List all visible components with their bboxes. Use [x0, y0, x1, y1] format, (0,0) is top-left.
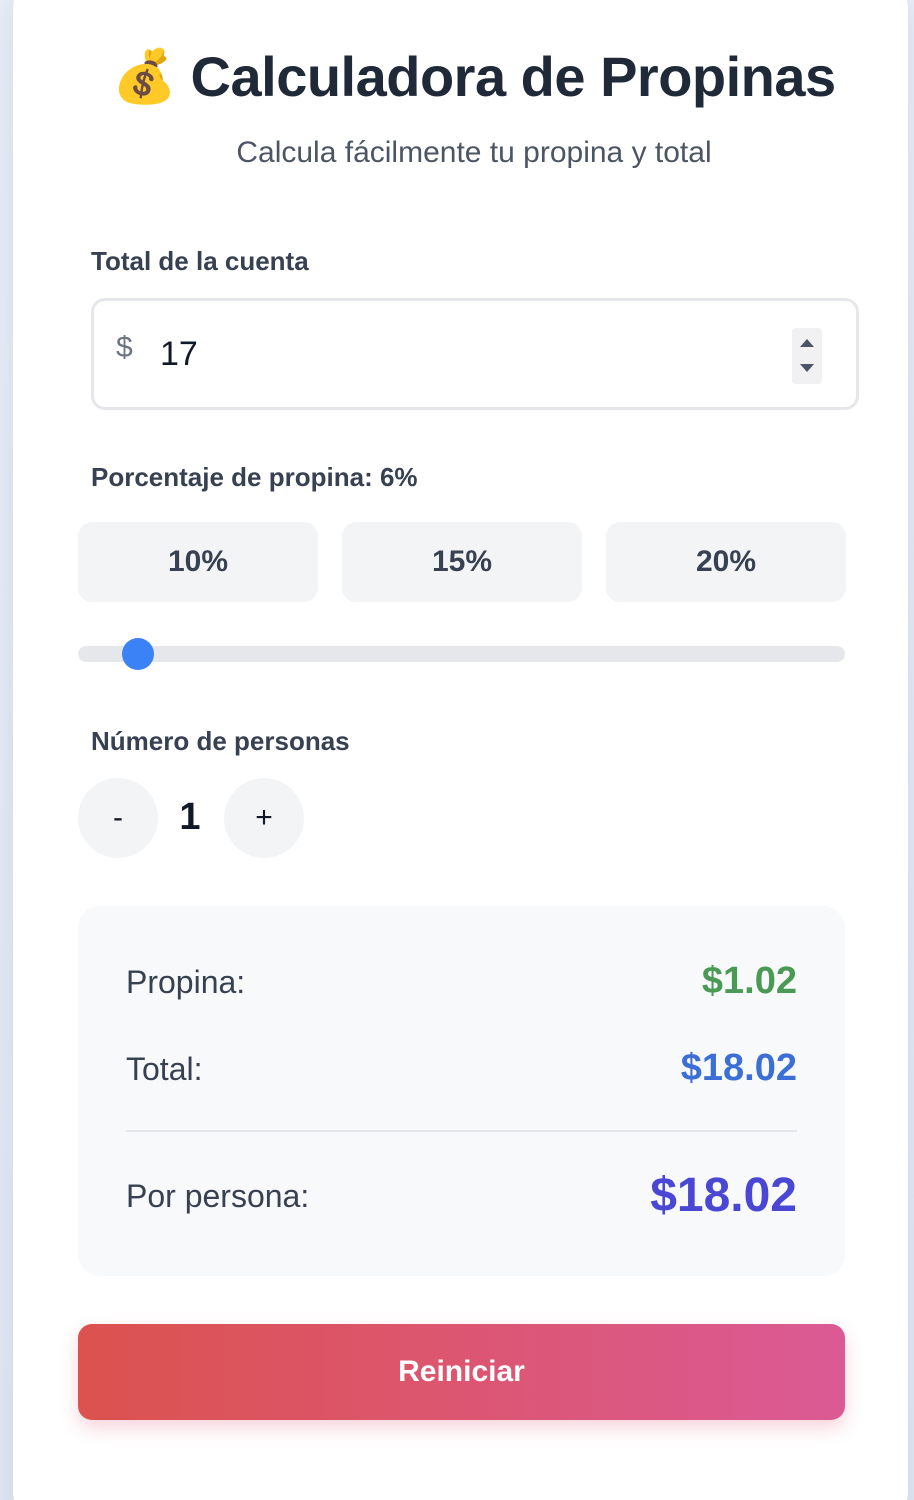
tip-slider-thumb[interactable] — [122, 638, 155, 670]
per-person-label: Por persona: — [126, 1178, 310, 1214]
tip-preset-20-button[interactable]: 20% — [606, 522, 846, 602]
money-bag-icon: 💰 — [112, 48, 177, 106]
tip-result-label: Propina: — [126, 964, 246, 1000]
results-panel: Propina: $1.02 Total: $18.02 Por persona… — [78, 906, 845, 1276]
page-subtitle: Calcula fácilmente tu propina y total — [236, 136, 712, 169]
spinner-down-icon[interactable] — [800, 364, 814, 372]
total-result-value: $18.02 — [680, 1047, 797, 1089]
currency-symbol: $ — [116, 331, 133, 364]
per-person-value: $18.02 — [650, 1169, 797, 1222]
results-divider — [126, 1130, 797, 1132]
people-count: 1 — [179, 796, 201, 838]
tip-result-value: $1.02 — [701, 960, 797, 1002]
tip-preset-10-button[interactable]: 10% — [78, 522, 318, 602]
tip-percentage-label: Porcentaje de propina: 6% — [91, 462, 418, 492]
page-title-text: Calculadora de Propinas — [190, 45, 837, 108]
people-label: Número de personas — [91, 726, 350, 756]
bill-label: Total de la cuenta — [91, 246, 309, 276]
number-spinner[interactable] — [792, 328, 822, 384]
increment-people-button[interactable]: + — [224, 778, 304, 858]
calculator-card: 💰 Calculadora de Propinas Calcula fácilme… — [13, 0, 908, 1500]
decrement-people-button[interactable]: - — [78, 778, 158, 858]
spinner-up-icon[interactable] — [800, 339, 814, 347]
total-result-label: Total: — [126, 1051, 203, 1087]
bill-input-value[interactable]: 17 — [160, 335, 198, 374]
tip-slider-track[interactable] — [78, 646, 845, 662]
tip-preset-15-button[interactable]: 15% — [342, 522, 582, 602]
bill-input[interactable]: $ 17 — [91, 298, 859, 410]
reset-button[interactable]: Reiniciar — [78, 1324, 845, 1420]
page-title: 💰 Calculadora de Propinas — [13, 44, 914, 109]
